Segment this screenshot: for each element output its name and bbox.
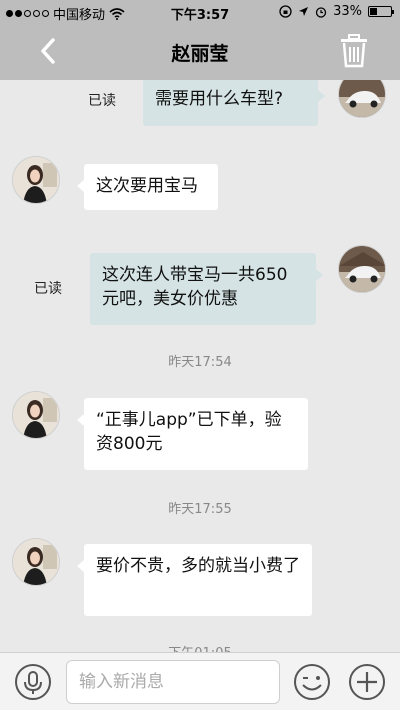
car-avatar-image — [339, 80, 385, 117]
message-bubble-incoming[interactable]: 要价不贵，多的就当小费了 — [77, 544, 312, 616]
status-right: 33% — [279, 4, 394, 19]
plus-icon[interactable] — [348, 663, 386, 701]
woman-avatar-image — [13, 157, 59, 203]
chat-list[interactable]: 已读 需要用什么车型? 这次要用宝马 已读 这次连人带宝马一共650元吧，美女价… — [0, 80, 400, 652]
my-avatar[interactable] — [338, 245, 386, 293]
message-bubble-outgoing[interactable]: 需要用什么车型? — [143, 80, 325, 126]
read-receipt: 已读 — [34, 281, 62, 297]
rotation-lock-icon — [279, 5, 292, 18]
message-bubble-outgoing[interactable]: 这次连人带宝马一共650元吧，美女价优惠 — [90, 253, 323, 325]
battery-icon — [368, 6, 394, 17]
woman-avatar-image — [13, 539, 59, 585]
read-receipt: 已读 — [88, 93, 116, 109]
microphone-icon[interactable] — [14, 663, 52, 701]
nav-bar: 赵丽莹 — [0, 24, 400, 80]
message-input[interactable] — [66, 660, 280, 704]
trash-icon[interactable] — [338, 34, 370, 68]
timestamp: 下午01:05 — [0, 642, 400, 652]
emoji-icon[interactable] — [293, 663, 331, 701]
message-bubble-incoming[interactable]: “正事儿app”已下单，验资800元 — [77, 398, 308, 470]
contact-avatar[interactable] — [12, 391, 60, 439]
status-bar: 中国移动 下午3:57 33% — [0, 0, 400, 24]
woman-avatar-image — [13, 392, 59, 438]
message-bubble-incoming[interactable]: 这次要用宝马 — [77, 164, 218, 210]
my-avatar[interactable] — [338, 80, 386, 118]
input-bar — [0, 652, 400, 710]
car-avatar-image — [339, 246, 385, 292]
contact-avatar[interactable] — [12, 538, 60, 586]
battery-percent: 33% — [333, 4, 362, 19]
contact-avatar[interactable] — [12, 156, 60, 204]
timestamp: 昨天17:55 — [168, 502, 232, 517]
location-arrow-icon — [299, 7, 309, 16]
alarm-icon — [315, 6, 327, 18]
timestamp: 昨天17:54 — [168, 355, 232, 370]
